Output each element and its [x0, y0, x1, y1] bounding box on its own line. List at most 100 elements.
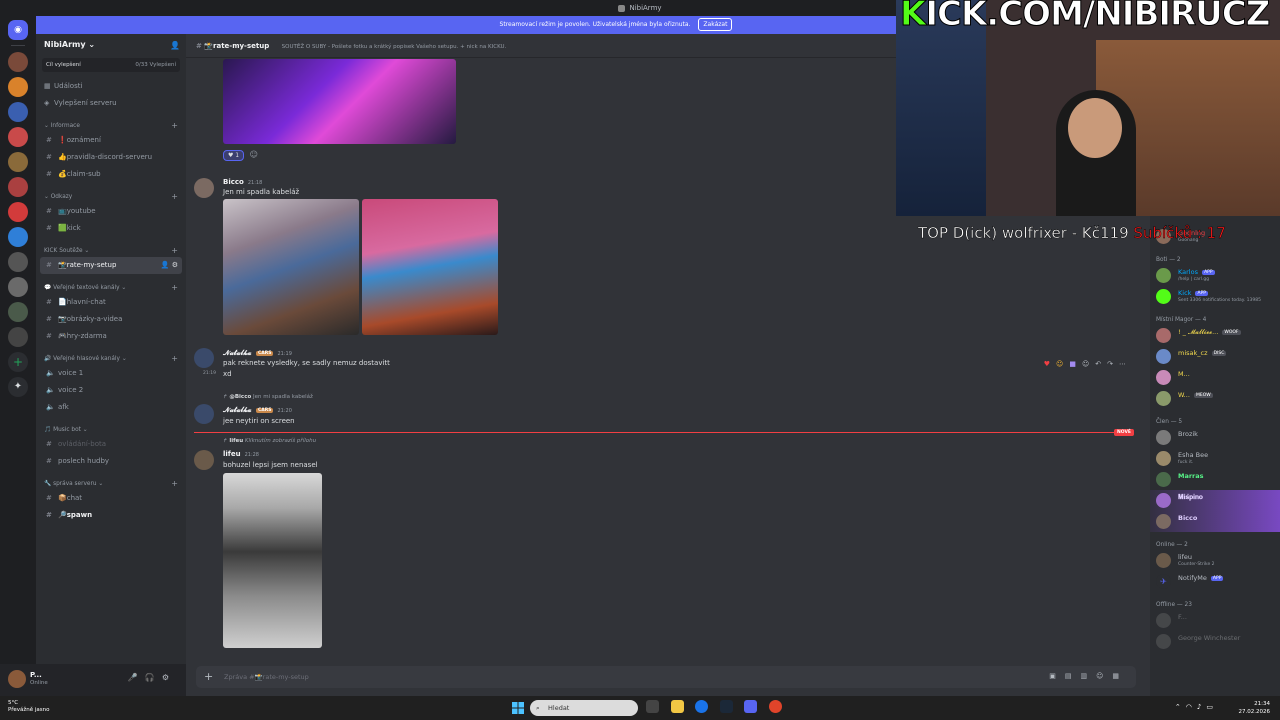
headphones-icon[interactable]: 🎧	[145, 673, 162, 682]
member-row[interactable]: M...	[1150, 367, 1280, 388]
channel-oznameni[interactable]: # ❗oznámení	[40, 132, 182, 149]
gift-icon[interactable]: ▣	[1049, 672, 1065, 680]
gear-icon[interactable]: ⚙	[162, 673, 176, 682]
server-icon[interactable]	[8, 177, 28, 197]
add-server-icon[interactable]: +	[8, 352, 28, 372]
category-kick-souteze[interactable]: KICK Soutěže ⌄ +	[36, 245, 186, 257]
attachment-image[interactable]	[362, 199, 498, 335]
server-icon[interactable]	[8, 77, 28, 97]
message-author[interactable]: 𝓝𝓪𝓽𝓪𝓵𝓴𝓪 CARS 21:19	[223, 349, 292, 358]
member-row[interactable]: Esha Bee fuck it.	[1150, 448, 1280, 469]
discord-home-icon[interactable]: ◉	[8, 20, 28, 40]
events-link[interactable]: ▦ Události	[36, 78, 186, 95]
server-icon[interactable]	[8, 277, 28, 297]
windows-start-icon[interactable]	[512, 702, 524, 714]
taskbar-search[interactable]: ⌕ Hledat	[530, 700, 638, 716]
attachment-image[interactable]	[223, 473, 322, 648]
reaction-icon[interactable]: ■	[1069, 360, 1082, 368]
clock[interactable]: 21:34 27.02.2026	[1239, 700, 1271, 716]
avatar[interactable]	[194, 178, 214, 198]
voice-channel-2[interactable]: 🔈 voice 2	[40, 382, 182, 399]
add-channel-icon[interactable]: +	[171, 353, 178, 365]
add-reaction-icon[interactable]: ☺	[1082, 360, 1095, 368]
member-row[interactable]: Marras	[1150, 469, 1280, 490]
channel-claim-sub[interactable]: # 💰claim-sub	[40, 166, 182, 183]
member-row[interactable]: 𝐌𝐢𝐬̌𝐩𝐢𝐧𝐨	[1150, 490, 1280, 511]
category-verejne-textove[interactable]: 💬 Veřejné textové kanály ⌄ +	[36, 282, 186, 294]
avatar[interactable]	[194, 450, 214, 470]
message-author[interactable]: lifeu 21:28	[223, 450, 259, 458]
channel-hlavni-chat[interactable]: # 📄hlavní-chat	[40, 294, 182, 311]
server-boost-link[interactable]: ◈ Vylepšení serveru	[36, 95, 186, 112]
reply-preview[interactable]: ↱ lifeu Kliknutím zobrazíš přílohu	[223, 438, 316, 444]
channel-poslech-hudby[interactable]: # poslech hudby	[40, 453, 182, 470]
message-input[interactable]: Zpráva #📸rate-my-setup	[224, 673, 309, 681]
avatar[interactable]	[194, 404, 214, 424]
chevron-up-icon[interactable]: ⌃	[1175, 703, 1186, 711]
channel-obrazky-a-videa[interactable]: # 📷obrázky-a-videa	[40, 311, 182, 328]
server-icon[interactable]	[8, 302, 28, 322]
obs-icon[interactable]	[768, 700, 782, 713]
more-icon[interactable]: ⋯	[1119, 360, 1132, 368]
server-icon[interactable]	[8, 127, 28, 147]
member-row[interactable]: Bicco	[1150, 511, 1280, 532]
category-informace[interactable]: ⌄ Informace +	[36, 120, 186, 132]
file-explorer-icon[interactable]	[670, 700, 684, 713]
task-view-icon[interactable]	[646, 700, 659, 713]
add-member-icon[interactable]: 👤	[170, 41, 180, 50]
category-music-bot[interactable]: 🎵 Music bot ⌄	[36, 424, 186, 436]
add-reaction-icon[interactable]: ☺	[250, 150, 258, 159]
category-verejne-hlasove[interactable]: 🔊 Veřejné hlasové kanály ⌄ +	[36, 353, 186, 365]
member-row[interactable]: lifeu Counter-Strike 2	[1150, 550, 1280, 571]
member-row[interactable]: Kick APP Sent 3306 notifications today. 1…	[1150, 286, 1280, 307]
channel-spawn[interactable]: # 🔎spawn	[40, 507, 182, 524]
category-odkazy[interactable]: ⌄ Odkazy +	[36, 191, 186, 203]
channel-chat[interactable]: # 📦chat	[40, 490, 182, 507]
message-composer[interactable]: + Zpráva #📸rate-my-setup ▣▤▥☺▦	[196, 666, 1136, 688]
server-icon[interactable]	[8, 102, 28, 122]
member-row[interactable]: F...	[1150, 610, 1280, 631]
reply-preview[interactable]: ↱ @Bicco Jen mi spadla kabeláž	[223, 394, 313, 400]
battery-icon[interactable]: ▭	[1206, 703, 1218, 711]
heart-icon[interactable]: ♥	[1044, 360, 1056, 368]
add-channel-icon[interactable]: +	[171, 282, 178, 294]
channel-rate-my-setup[interactable]: # 📸rate-my-setup 👤 ⚙	[40, 257, 182, 274]
disable-streamer-mode-button[interactable]: Zakázat	[698, 18, 733, 31]
server-icon[interactable]	[8, 152, 28, 172]
message-author[interactable]: 𝓝𝓪𝓽𝓪𝓵𝓴𝓪 CARS 21:20	[223, 406, 292, 415]
channel-youtube[interactable]: # 📺youtube	[40, 203, 182, 220]
sticker-icon[interactable]: ▥	[1080, 672, 1096, 680]
member-row[interactable]: Brozik	[1150, 427, 1280, 448]
member-row[interactable]: ✈ NotifyMe APP	[1150, 571, 1280, 592]
server-header[interactable]: NibiArmy ⌄ 👤	[36, 34, 186, 58]
apps-icon[interactable]: ▦	[1112, 672, 1128, 680]
reply-icon[interactable]: ↶	[1095, 360, 1107, 368]
server-icon[interactable]	[8, 227, 28, 247]
emoji-icon[interactable]: ☺	[1056, 360, 1069, 368]
gif-icon[interactable]: ▤	[1065, 672, 1081, 680]
discord-icon[interactable]	[744, 700, 758, 713]
voice-channel-afk[interactable]: 🔈 afk	[40, 399, 182, 416]
add-channel-icon[interactable]: +	[171, 478, 178, 490]
emoji-icon[interactable]: ☺	[1096, 672, 1112, 680]
member-row[interactable]: W... MEOW	[1150, 388, 1280, 409]
server-icon[interactable]	[8, 252, 28, 272]
member-row[interactable]: ! _ 𝓜𝓪𝓵𝓵𝓲𝓮𝓮... WOOF	[1150, 325, 1280, 346]
attachment-image[interactable]	[223, 199, 359, 335]
wifi-icon[interactable]: ◠	[1186, 703, 1197, 711]
member-row[interactable]: Karlos APP/help | carl.gg	[1150, 265, 1280, 286]
channel-pravidla[interactable]: # 👍pravidla-discord-serveru	[40, 149, 182, 166]
avatar[interactable]	[8, 670, 26, 688]
category-sprava-serveru[interactable]: 🔧 správa serveru ⌄ +	[36, 478, 186, 490]
chrome-icon[interactable]	[695, 700, 709, 713]
server-icon[interactable]	[8, 202, 28, 222]
microphone-icon[interactable]: 🎤	[128, 673, 145, 682]
heart-reaction[interactable]: ♥ 1	[223, 150, 245, 161]
steam-icon[interactable]	[719, 700, 733, 713]
forward-icon[interactable]: ↷	[1107, 360, 1119, 368]
add-channel-icon[interactable]: +	[171, 245, 178, 257]
channel-ovladani-bota[interactable]: # ovládání-bota	[40, 436, 182, 453]
server-icon[interactable]	[8, 327, 28, 347]
channel-settings-icon[interactable]: 👤 ⚙	[161, 257, 178, 274]
weather-widget[interactable]: 5°C Převážně jasno	[8, 700, 50, 714]
